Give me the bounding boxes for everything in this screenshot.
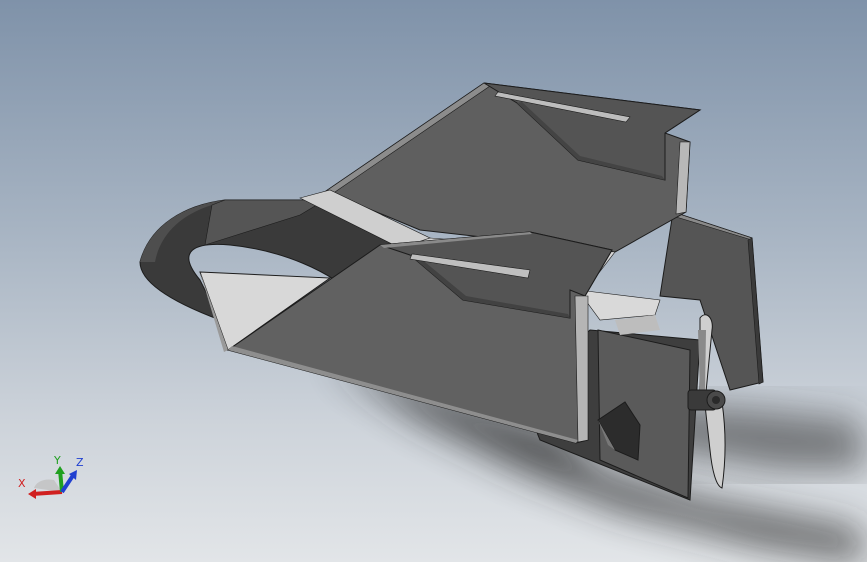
y-arrow-icon <box>55 466 65 474</box>
graphics-viewport[interactable]: X Y Z <box>0 0 867 562</box>
x-axis-icon <box>31 490 63 496</box>
z-axis-label: Z <box>76 456 84 469</box>
x-axis-label: X <box>18 477 26 490</box>
front-wing[interactable] <box>199 231 613 444</box>
coordinate-triad: X Y Z <box>18 454 84 499</box>
3d-model-view[interactable] <box>0 0 867 562</box>
triad-plane <box>34 479 62 492</box>
y-axis-label: Y <box>53 454 61 467</box>
x-arrow-icon <box>28 489 36 499</box>
